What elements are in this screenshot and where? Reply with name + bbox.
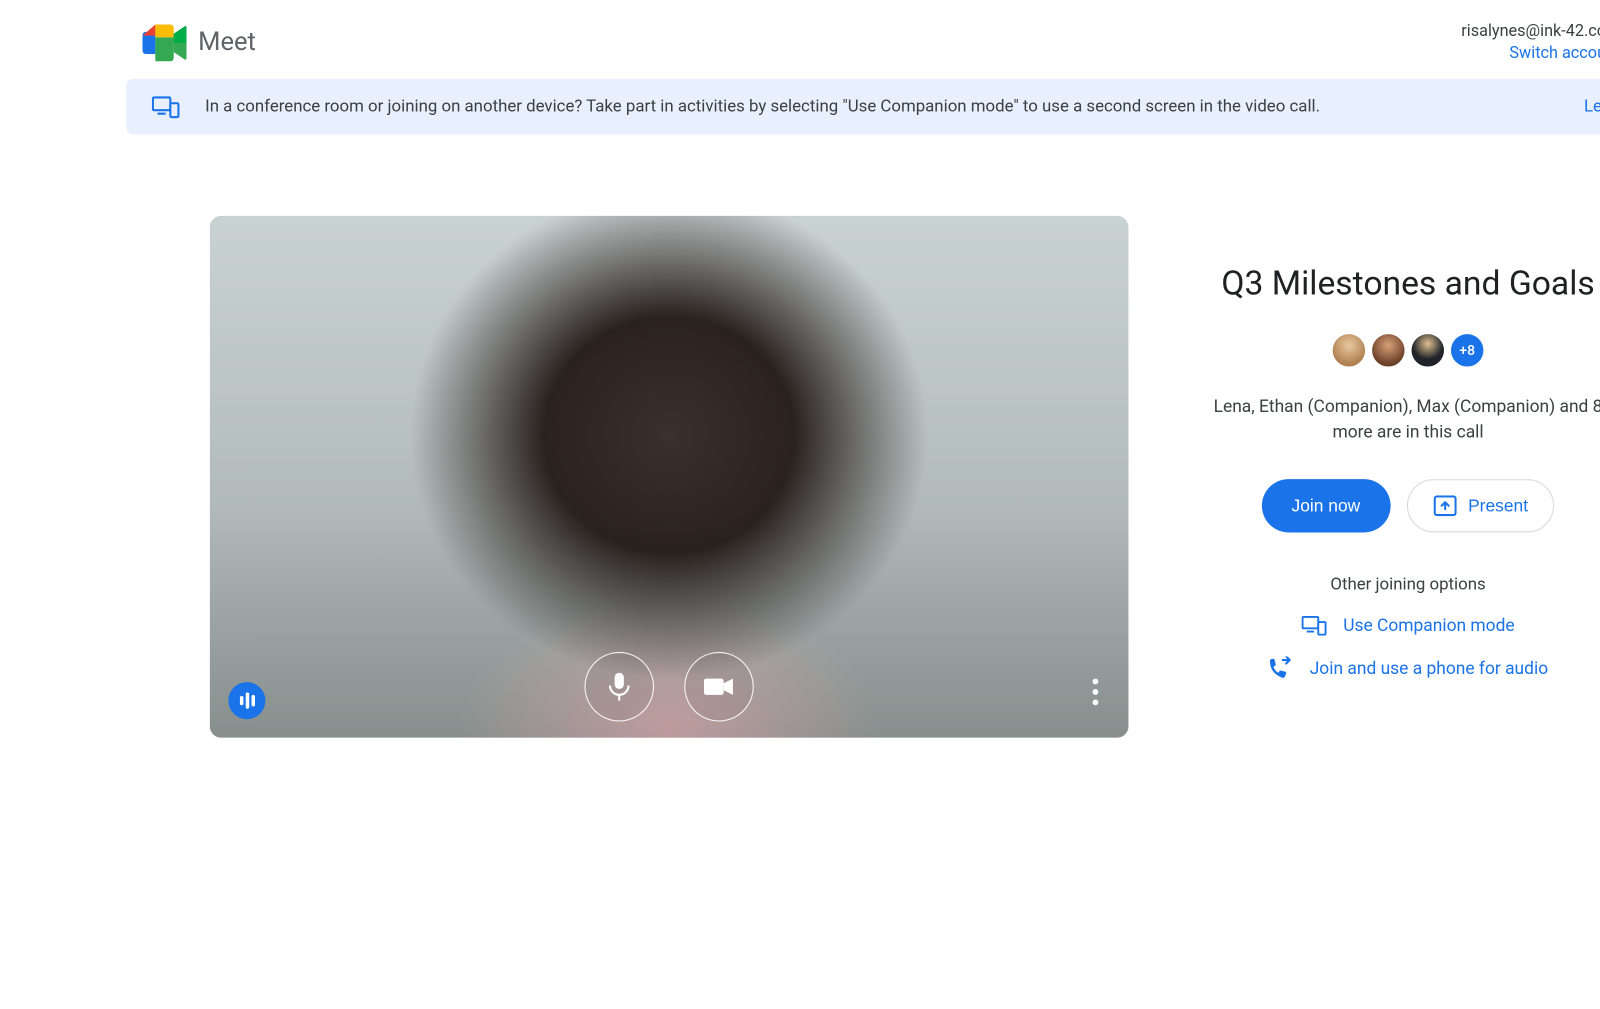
phone-audio-link[interactable]: Join and use a phone for audio: [1268, 657, 1548, 680]
devices-icon: [152, 95, 180, 118]
account-text: risalynes@ink-42.com Switch account: [1461, 21, 1600, 65]
participant-avatars: +8: [1333, 334, 1484, 366]
join-panel: Q3 Milestones and Goals +8 Lena, Ethan (…: [1198, 216, 1600, 681]
participant-avatar: [1333, 334, 1365, 366]
toggle-camera-button[interactable]: [684, 652, 754, 722]
page-root: Meet risalynes@ink-42.com Switch account…: [110, 0, 1600, 1009]
join-now-button[interactable]: Join now: [1261, 479, 1390, 532]
self-video-preview: [210, 216, 1129, 738]
account-area: risalynes@ink-42.com Switch account: [1461, 21, 1600, 65]
microphone-icon: [606, 671, 632, 701]
devices-icon: [1301, 615, 1327, 636]
phone-audio-label: Join and use a phone for audio: [1310, 658, 1548, 679]
phone-arrow-icon: [1268, 657, 1294, 680]
account-email: risalynes@ink-42.com: [1461, 21, 1600, 43]
more-vertical-icon: [1093, 678, 1099, 684]
banner-text: In a conference room or joining on anoth…: [205, 97, 1558, 117]
preview-controls: [584, 652, 753, 722]
participant-overflow-badge: +8: [1451, 334, 1483, 366]
brand-name: Meet: [198, 28, 256, 57]
banner-learn-more-link[interactable]: Learn more: [1584, 97, 1600, 117]
brand[interactable]: Meet: [142, 24, 255, 61]
camera-icon: [704, 676, 734, 697]
companion-mode-link[interactable]: Use Companion mode: [1301, 615, 1514, 636]
app-header: Meet risalynes@ink-42.com Switch account: [110, 0, 1600, 79]
switch-account-link[interactable]: Switch account: [1509, 43, 1600, 65]
meet-logo-icon: [142, 24, 186, 61]
more-options-button[interactable]: [1086, 671, 1106, 712]
main-content: Q3 Milestones and Goals +8 Lena, Ethan (…: [110, 134, 1600, 737]
toggle-microphone-button[interactable]: [584, 652, 654, 722]
present-button[interactable]: Present: [1407, 479, 1555, 532]
audio-level-indicator: [228, 682, 265, 719]
present-icon: [1433, 496, 1456, 517]
other-options-title: Other joining options: [1330, 575, 1485, 595]
present-button-label: Present: [1468, 496, 1528, 516]
participant-avatar: [1372, 334, 1404, 366]
participants-summary: Lena, Ethan (Companion), Max (Companion)…: [1199, 394, 1600, 444]
companion-banner: In a conference room or joining on anoth…: [126, 79, 1600, 135]
participant-avatar: [1412, 334, 1444, 366]
companion-mode-label: Use Companion mode: [1343, 615, 1514, 636]
join-buttons: Join now Present: [1261, 479, 1554, 532]
meeting-title: Q3 Milestones and Goals: [1221, 264, 1594, 303]
